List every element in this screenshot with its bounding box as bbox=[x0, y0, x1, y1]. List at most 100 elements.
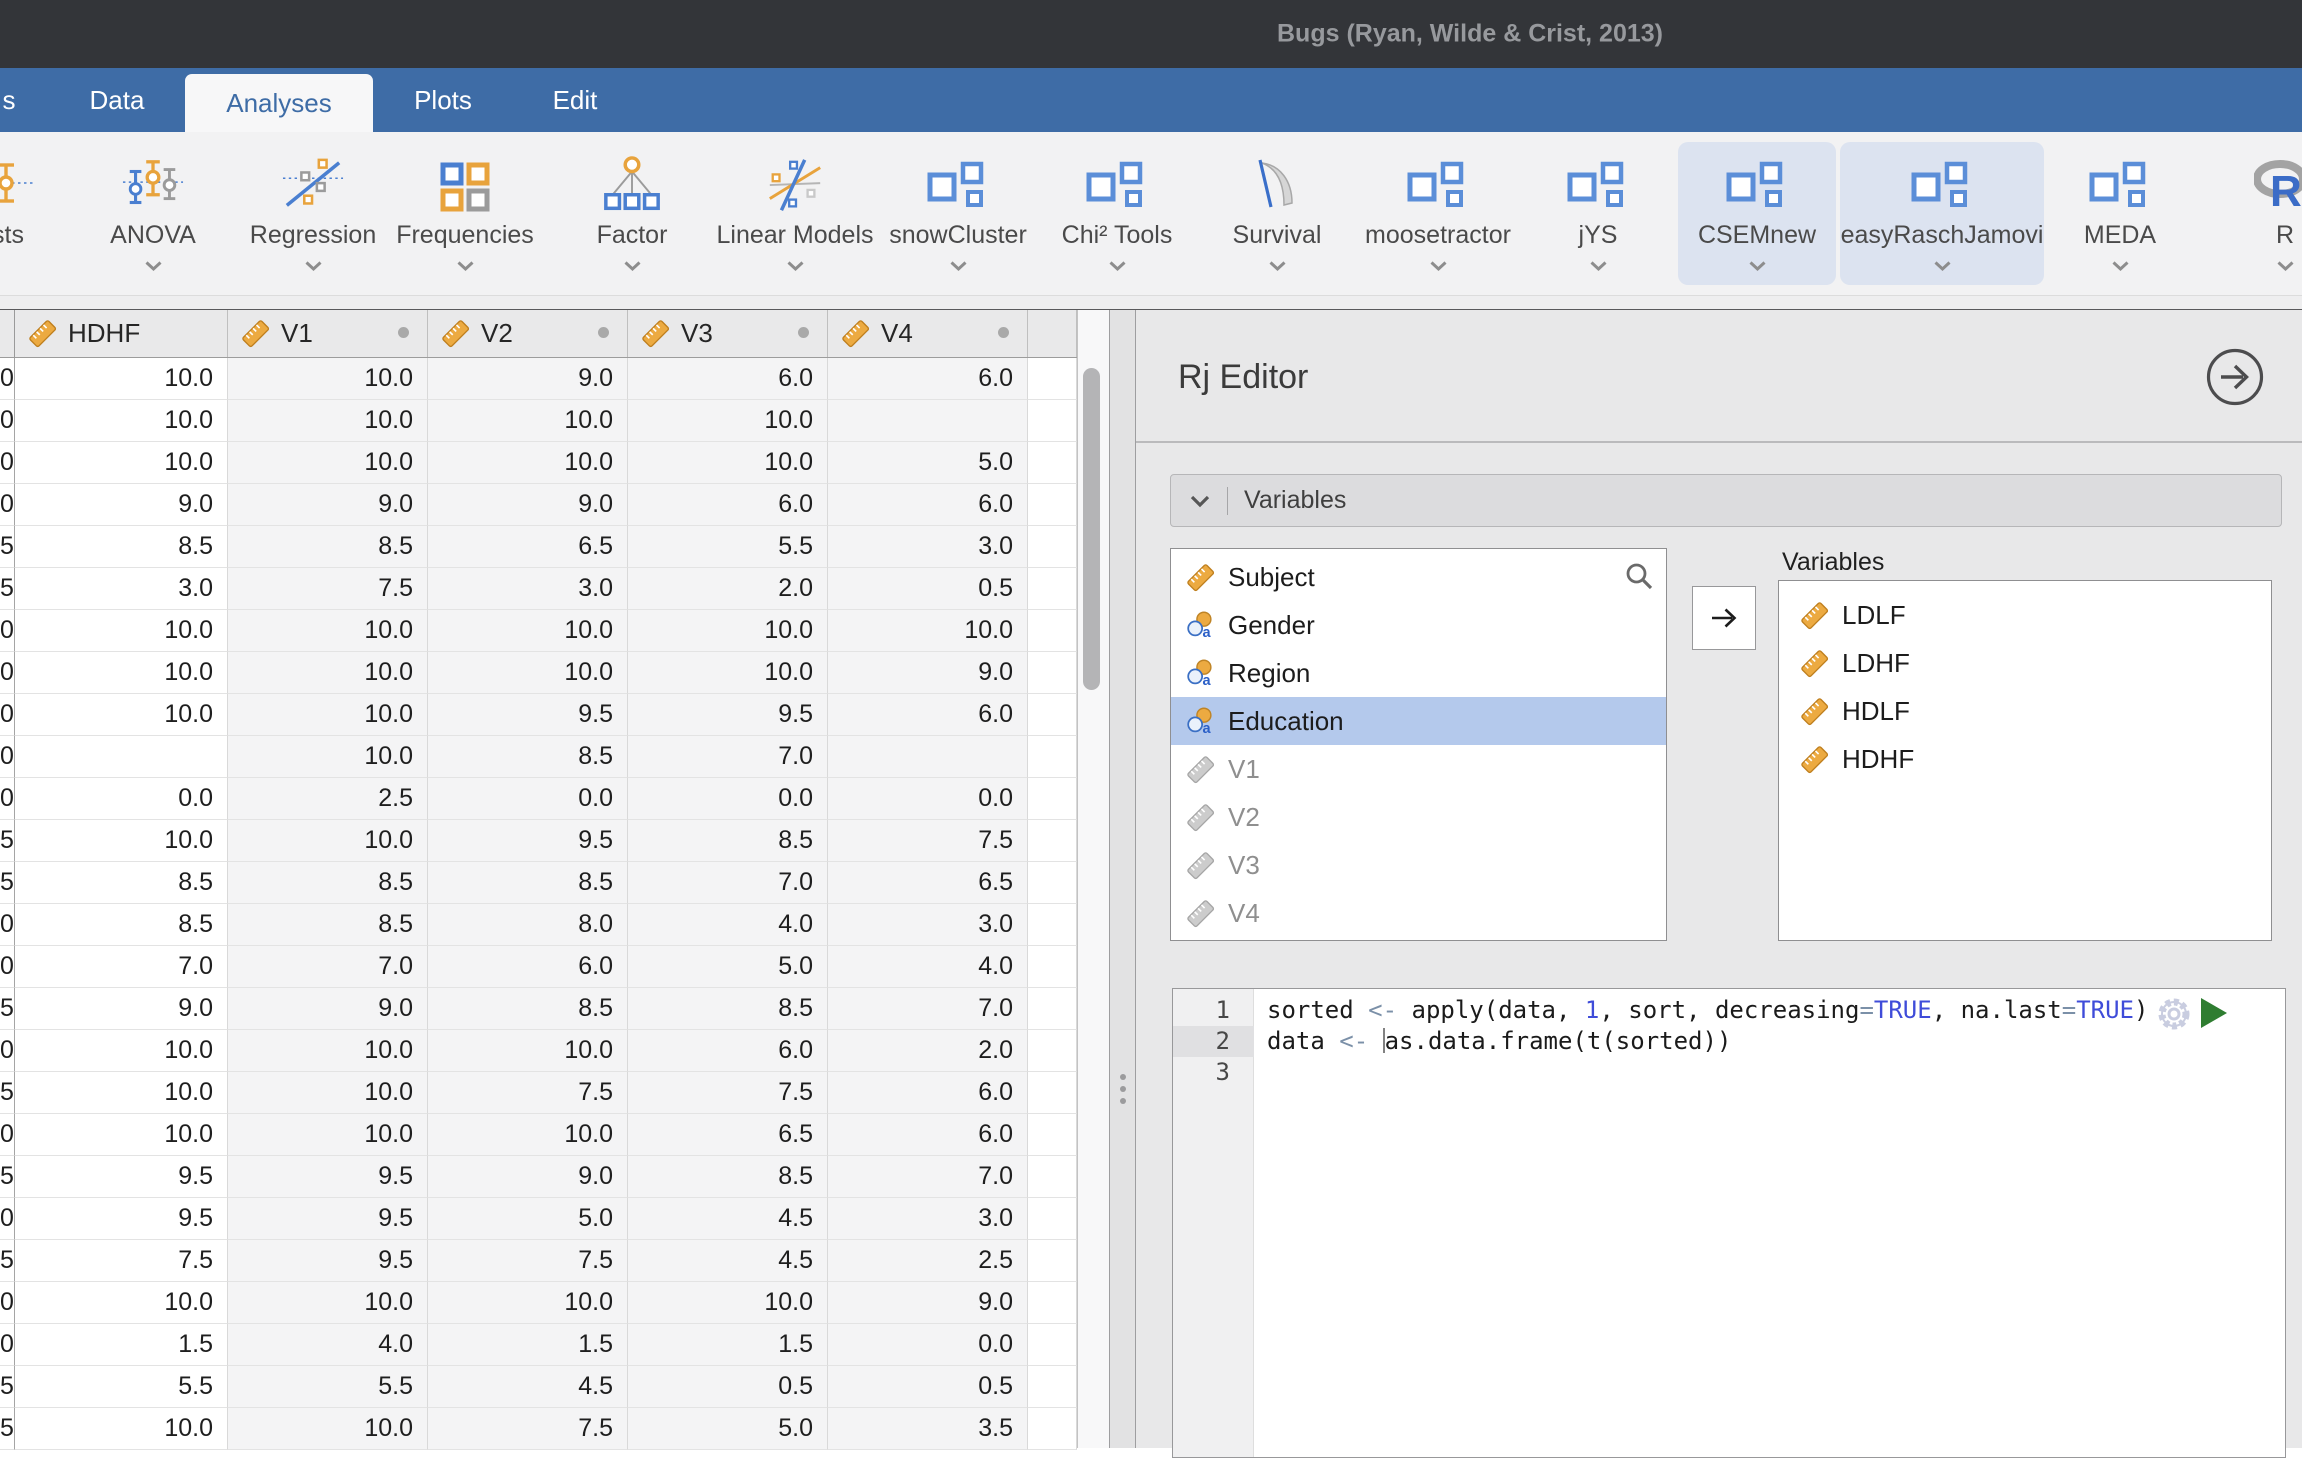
target-variable-ldhf[interactable]: LDHF bbox=[1779, 639, 2271, 687]
clipped-cell[interactable]: 5 bbox=[0, 820, 15, 862]
table-cell[interactable]: 4.5 bbox=[628, 1198, 828, 1240]
empty-cell[interactable] bbox=[1028, 400, 1077, 442]
empty-cell[interactable] bbox=[1028, 694, 1077, 736]
empty-cell[interactable] bbox=[1028, 1366, 1077, 1408]
table-cell[interactable]: 10.0 bbox=[428, 442, 628, 484]
table-cell[interactable]: 7.0 bbox=[628, 736, 828, 778]
column-header-clipped[interactable] bbox=[0, 310, 15, 357]
table-cell[interactable]: 7.5 bbox=[228, 568, 428, 610]
ribbon-item-r[interactable]: RR bbox=[2225, 142, 2302, 285]
table-cell[interactable]: 6.0 bbox=[828, 1114, 1028, 1156]
table-cell[interactable]: 9.0 bbox=[428, 358, 628, 400]
table-cell[interactable]: 0.0 bbox=[828, 778, 1028, 820]
table-cell[interactable]: 10.0 bbox=[228, 1072, 428, 1114]
table-cell[interactable]: 2.5 bbox=[828, 1240, 1028, 1282]
source-variable-education[interactable]: aEducation bbox=[1171, 697, 1666, 745]
source-variable-v2[interactable]: V2 bbox=[1171, 793, 1666, 841]
table-cell[interactable]: 4.0 bbox=[828, 946, 1028, 988]
table-cell[interactable]: 10.0 bbox=[428, 1030, 628, 1072]
table-cell[interactable]: 10.0 bbox=[228, 610, 428, 652]
table-cell[interactable]: 7.5 bbox=[15, 1240, 228, 1282]
table-cell[interactable]: 10.0 bbox=[628, 1282, 828, 1324]
table-cell[interactable]: 4.5 bbox=[628, 1240, 828, 1282]
table-cell[interactable]: 6.0 bbox=[828, 1072, 1028, 1114]
source-variable-v1[interactable]: V1 bbox=[1171, 745, 1666, 793]
empty-cell[interactable] bbox=[1028, 736, 1077, 778]
table-cell[interactable]: 7.5 bbox=[628, 1072, 828, 1114]
table-cell[interactable]: 6.0 bbox=[628, 1030, 828, 1072]
table-cell[interactable]: 7.0 bbox=[628, 862, 828, 904]
empty-cell[interactable] bbox=[1028, 1030, 1077, 1072]
target-variable-hdhf[interactable]: HDHF bbox=[1779, 735, 2271, 783]
empty-cell[interactable] bbox=[1028, 442, 1077, 484]
table-cell[interactable]: 5.5 bbox=[628, 526, 828, 568]
ribbon-item-csemnew[interactable]: CSEMnew bbox=[1678, 142, 1836, 285]
table-cell[interactable]: 9.0 bbox=[228, 484, 428, 526]
table-cell[interactable]: 10.0 bbox=[228, 652, 428, 694]
table-cell[interactable]: 8.5 bbox=[228, 526, 428, 568]
table-cell[interactable]: 10.0 bbox=[628, 400, 828, 442]
table-cell[interactable]: 9.5 bbox=[228, 1198, 428, 1240]
clipped-cell[interactable]: 0 bbox=[0, 610, 15, 652]
table-cell[interactable]: 3.0 bbox=[828, 904, 1028, 946]
column-header-v4[interactable]: V4 bbox=[828, 310, 1028, 357]
table-cell[interactable]: 6.5 bbox=[828, 862, 1028, 904]
table-cell[interactable]: 9.5 bbox=[15, 1198, 228, 1240]
clipped-cell[interactable]: 5 bbox=[0, 1240, 15, 1282]
table-cell[interactable]: 10.0 bbox=[428, 400, 628, 442]
table-cell[interactable]: 1.5 bbox=[428, 1324, 628, 1366]
table-cell[interactable]: 4.5 bbox=[428, 1366, 628, 1408]
column-header-v1[interactable]: V1 bbox=[228, 310, 428, 357]
table-cell[interactable]: 10.0 bbox=[228, 442, 428, 484]
table-cell[interactable]: 9.5 bbox=[15, 1156, 228, 1198]
table-cell[interactable]: 6.5 bbox=[428, 526, 628, 568]
empty-cell[interactable] bbox=[1028, 946, 1077, 988]
table-cell[interactable]: 2.5 bbox=[228, 778, 428, 820]
column-header-v3[interactable]: V3 bbox=[628, 310, 828, 357]
empty-cell[interactable] bbox=[1028, 652, 1077, 694]
table-cell[interactable] bbox=[828, 400, 1028, 442]
empty-cell[interactable] bbox=[1028, 820, 1077, 862]
table-cell[interactable]: 3.5 bbox=[828, 1408, 1028, 1450]
code-line-1[interactable]: sorted <- apply(data, 1, sort, decreasin… bbox=[1255, 995, 2281, 1026]
table-cell[interactable]: 10.0 bbox=[228, 820, 428, 862]
table-cell[interactable]: 10.0 bbox=[228, 358, 428, 400]
clipped-cell[interactable]: 5 bbox=[0, 568, 15, 610]
table-cell[interactable]: 8.0 bbox=[428, 904, 628, 946]
column-header-empty[interactable] bbox=[1028, 310, 1077, 357]
empty-cell[interactable] bbox=[1028, 904, 1077, 946]
table-cell[interactable]: 9.0 bbox=[15, 988, 228, 1030]
table-cell[interactable]: 8.5 bbox=[628, 988, 828, 1030]
code-line-2[interactable]: data <- as.data.frame(t(sorted)) bbox=[1255, 1026, 2281, 1057]
source-variable-v4[interactable]: V4 bbox=[1171, 889, 1666, 937]
table-cell[interactable]: 8.5 bbox=[428, 988, 628, 1030]
table-cell[interactable]: 0.0 bbox=[428, 778, 628, 820]
table-cell[interactable]: 10.0 bbox=[228, 694, 428, 736]
table-cell[interactable]: 6.0 bbox=[828, 484, 1028, 526]
table-cell[interactable]: 10.0 bbox=[15, 1408, 228, 1450]
move-variable-button[interactable] bbox=[1692, 586, 1756, 650]
table-cell[interactable]: 4.0 bbox=[228, 1324, 428, 1366]
table-cell[interactable]: 2.0 bbox=[828, 1030, 1028, 1072]
table-cell[interactable]: 10.0 bbox=[628, 610, 828, 652]
table-cell[interactable]: 10.0 bbox=[228, 1282, 428, 1324]
table-cell[interactable]: 5.5 bbox=[15, 1366, 228, 1408]
table-cell[interactable]: 5.5 bbox=[228, 1366, 428, 1408]
table-cell[interactable]: 9.0 bbox=[15, 484, 228, 526]
table-cell[interactable]: 7.0 bbox=[15, 946, 228, 988]
empty-cell[interactable] bbox=[1028, 862, 1077, 904]
table-cell[interactable]: 10.0 bbox=[15, 400, 228, 442]
table-cell[interactable]: 7.5 bbox=[428, 1408, 628, 1450]
table-cell[interactable]: 9.5 bbox=[228, 1240, 428, 1282]
table-cell[interactable]: 8.5 bbox=[15, 526, 228, 568]
clipped-cell[interactable]: 5 bbox=[0, 526, 15, 568]
clipped-cell[interactable]: 0 bbox=[0, 1030, 15, 1072]
empty-cell[interactable] bbox=[1028, 484, 1077, 526]
empty-cell[interactable] bbox=[1028, 1198, 1077, 1240]
table-cell[interactable]: 8.5 bbox=[628, 820, 828, 862]
table-cell[interactable]: 10.0 bbox=[228, 736, 428, 778]
table-cell[interactable]: 1.5 bbox=[15, 1324, 228, 1366]
clipped-cell[interactable]: 5 bbox=[0, 1156, 15, 1198]
ribbon-item-easyraschjamovi[interactable]: easyRaschJamovi bbox=[1840, 142, 2044, 285]
empty-cell[interactable] bbox=[1028, 1114, 1077, 1156]
